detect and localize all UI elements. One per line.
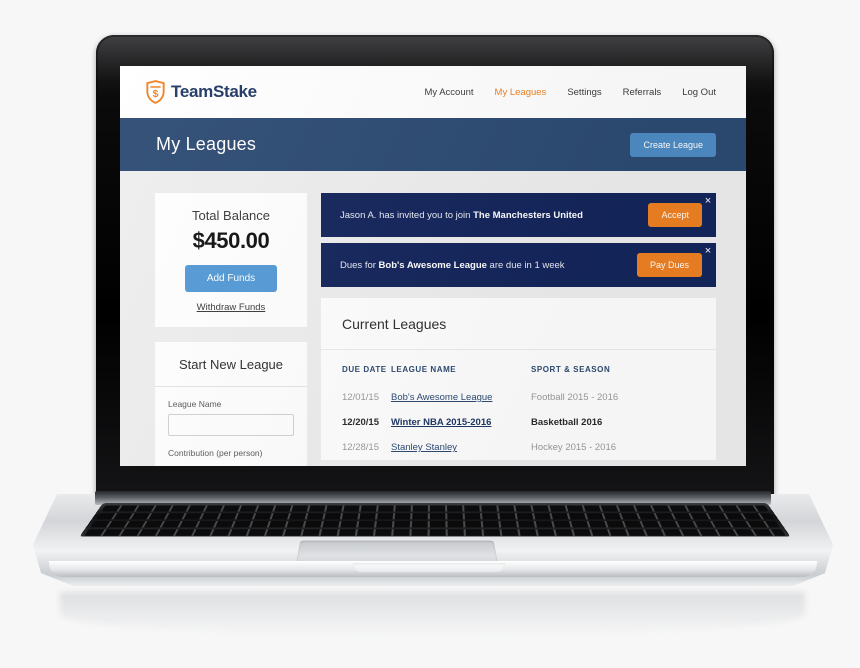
- column-due-date: DUE DATE: [342, 365, 387, 374]
- cell-league-name[interactable]: Bob's Awesome League: [391, 385, 531, 410]
- add-funds-button[interactable]: Add Funds: [185, 265, 277, 292]
- cell-sport-season: Hockey 2015 - 2016: [531, 442, 617, 453]
- cell-due-date: 12/01/15: [342, 392, 379, 403]
- brand-logo[interactable]: $ TeamStake: [146, 80, 257, 104]
- dues-text-before: Dues for: [340, 259, 379, 271]
- pay-dues-button[interactable]: Pay Dues: [636, 253, 702, 277]
- invite-league-name: The Manchesters United: [473, 209, 583, 221]
- start-new-league-title: Start New League: [155, 342, 307, 387]
- main-column: Jason A. has invited you to join The Man…: [321, 193, 716, 460]
- site-header: $ TeamStake My Account My Leagues Settin…: [120, 66, 746, 118]
- cell-league-name[interactable]: Stanley Stanley: [391, 435, 531, 460]
- league-link[interactable]: Bob's Awesome League: [391, 392, 492, 403]
- web-app: $ TeamStake My Account My Leagues Settin…: [120, 66, 746, 466]
- shield-dollar-icon: $: [146, 80, 165, 104]
- dues-league-name: Bob's Awesome League: [378, 259, 487, 271]
- main-nav: My Account My Leagues Settings Referrals…: [424, 87, 716, 98]
- invite-text-before: Jason A. has invited you to join: [340, 209, 474, 221]
- cell-sport-season: Basketball 2016: [531, 417, 603, 428]
- table-header-row: DUE DATE LEAGUE NAME SPORT & SEASON: [321, 350, 716, 385]
- laptop-base: [33, 491, 833, 586]
- page-header: My Leagues Create League: [120, 118, 746, 171]
- page-title: My Leagues: [156, 134, 257, 154]
- dues-banner: Dues for Bob's Awesome League are due in…: [321, 243, 716, 287]
- cell-sport-season: Football 2015 - 2016: [531, 392, 619, 403]
- cell-due-date: 12/28/15: [342, 442, 379, 453]
- league-name-label: League Name: [168, 399, 222, 409]
- nav-item-log-out[interactable]: Log Out: [682, 87, 716, 98]
- league-name-input[interactable]: [168, 414, 294, 436]
- column-league-name: LEAGUE NAME: [391, 365, 457, 374]
- svg-text:$: $: [153, 89, 159, 100]
- accept-invite-button[interactable]: Accept: [648, 203, 702, 227]
- league-link[interactable]: Winter NBA 2015-2016: [391, 417, 491, 428]
- invite-banner-text: Jason A. has invited you to join The Man…: [340, 210, 583, 221]
- start-new-league-card: Start New League League Name Contributio…: [155, 342, 307, 466]
- cell-due-date: 12/20/15: [342, 417, 379, 428]
- screenshot-stage: $ TeamStake My Account My Leagues Settin…: [0, 0, 860, 668]
- sidebar-column: Total Balance $450.00 Add Funds Withdraw…: [155, 193, 307, 466]
- dues-banner-text: Dues for Bob's Awesome League are due in…: [340, 260, 565, 271]
- invite-banner: Jason A. has invited you to join The Man…: [321, 193, 716, 237]
- laptop-screen: $ TeamStake My Account My Leagues Settin…: [120, 66, 746, 466]
- withdraw-funds-link[interactable]: Withdraw Funds: [165, 302, 297, 313]
- dues-text-after: are due in 1 week: [486, 259, 565, 271]
- laptop-lid: $ TeamStake My Account My Leagues Settin…: [96, 35, 774, 497]
- cell-league-name[interactable]: Winter NBA 2015-2016: [391, 410, 531, 435]
- table-row[interactable]: 12/20/15 Winter NBA 2015-2016 Basketball…: [321, 410, 716, 435]
- table-row[interactable]: 12/01/15 Bob's Awesome League Football 2…: [321, 385, 716, 410]
- total-balance-card: Total Balance $450.00 Add Funds Withdraw…: [155, 193, 307, 327]
- close-icon[interactable]: ×: [702, 195, 714, 207]
- laptop-front-notch: [353, 563, 505, 572]
- current-leagues-title: Current Leagues: [321, 298, 716, 350]
- page-content: Total Balance $450.00 Add Funds Withdraw…: [120, 171, 746, 466]
- league-link[interactable]: Stanley Stanley: [391, 442, 457, 453]
- laptop-keyboard: [79, 503, 791, 537]
- table-row[interactable]: 12/28/15 Stanley Stanley Hockey 2015 - 2…: [321, 435, 716, 460]
- nav-item-my-account[interactable]: My Account: [424, 87, 473, 98]
- current-leagues-card: Current Leagues DUE DATE LEAGUE NAME SPO…: [321, 298, 716, 460]
- create-league-button[interactable]: Create League: [630, 132, 716, 157]
- total-balance-label: Total Balance: [191, 208, 271, 223]
- nav-item-settings[interactable]: Settings: [567, 87, 601, 98]
- contribution-label: Contribution (per person): [168, 448, 263, 458]
- total-balance-amount: $450.00: [192, 228, 270, 253]
- nav-item-referrals[interactable]: Referrals: [623, 87, 662, 98]
- new-league-form: League Name Contribution (per person): [155, 387, 307, 466]
- column-sport-season: SPORT & SEASON: [531, 365, 611, 374]
- laptop-reflection: [60, 592, 805, 636]
- close-icon[interactable]: ×: [702, 245, 714, 257]
- brand-name: TeamStake: [171, 82, 257, 101]
- leagues-table: DUE DATE LEAGUE NAME SPORT & SEASON 12/0…: [321, 350, 716, 460]
- nav-item-my-leagues[interactable]: My Leagues: [495, 87, 547, 98]
